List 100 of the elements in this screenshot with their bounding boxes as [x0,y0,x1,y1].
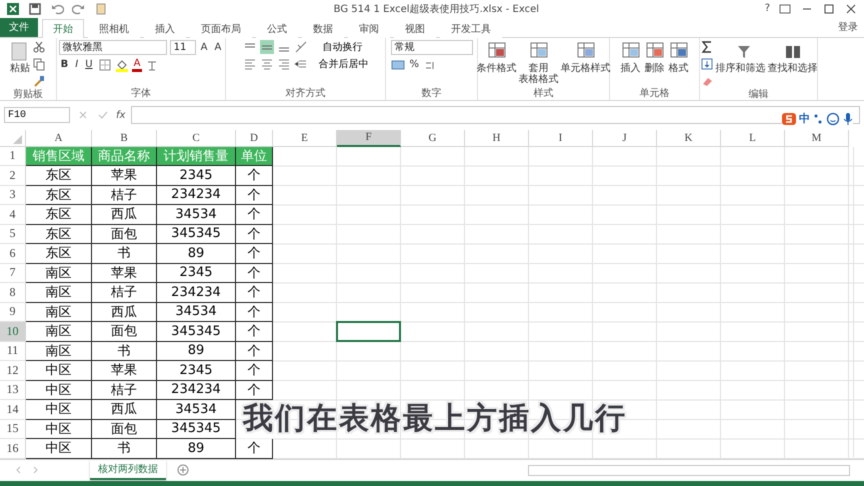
row-header[interactable]: 13 [0,380,26,400]
row-header[interactable]: 16 [0,439,26,459]
file-tab[interactable]: 文件 [0,18,38,37]
group-label: 样式 [532,86,554,100]
sign-in-link[interactable]: 登录 [838,20,858,34]
row-header[interactable]: 3 [0,186,26,206]
excel-logo-icon[interactable] [6,2,20,16]
save-icon[interactable] [28,2,42,16]
name-box[interactable]: F10 [4,107,70,124]
percent-button[interactable]: % [408,59,422,70]
sort-filter-button[interactable]: 排序和筛选 [716,40,766,88]
table-cell: 东区 [26,224,92,244]
column-header[interactable]: J [593,130,657,147]
align-left-icon[interactable] [242,56,256,71]
style-button[interactable]: 条件格式 [476,40,516,87]
column-header[interactable]: D [236,130,273,147]
table-cell: 桔子 [92,283,157,303]
header-cell: 单位 [236,146,273,166]
selected-cell[interactable] [336,321,401,342]
cell-button[interactable]: 插入 [620,40,642,87]
formula-input[interactable] [131,106,860,124]
style-button[interactable]: 单元格样式 [560,40,610,87]
fill-color-icon[interactable] [114,58,129,72]
italic-button[interactable]: I [73,59,80,70]
align-center-icon[interactable] [260,56,274,71]
table-cell: 个 [236,205,273,225]
shrink-font-button[interactable]: A [212,42,224,53]
copy-icon[interactable] [32,56,46,71]
cell-button[interactable]: 格式 [668,40,690,87]
find-select-button[interactable]: 查找和选择 [768,40,818,88]
table-cell: 个 [236,224,273,244]
document-icon[interactable] [94,2,108,16]
column-header[interactable]: B [92,130,157,147]
row-header[interactable]: 7 [0,264,26,284]
column-header[interactable]: C [157,130,236,147]
column-header[interactable]: K [657,130,721,147]
row-header[interactable]: 12 [0,361,26,381]
cut-icon[interactable] [32,40,46,54]
align-lines-icon[interactable] [260,40,274,54]
column-header[interactable]: A [26,130,92,147]
column-header[interactable]: L [721,130,785,147]
align-right-icon[interactable] [276,56,290,71]
number-format-field[interactable]: 常规 [390,40,472,55]
row-header[interactable]: 1 [0,146,26,166]
column-header[interactable]: I [529,130,593,147]
row-header[interactable]: 15 [0,420,26,440]
microphone-icon[interactable] [843,112,853,126]
ribbon-display-icon[interactable] [778,2,792,16]
merge-center-button[interactable]: 合并后居中 [318,56,368,71]
bold-button[interactable]: B [58,59,70,70]
horizontal-scrollbar[interactable] [528,464,850,476]
row-header[interactable]: 8 [0,283,26,303]
punctuation-icon[interactable] [813,112,823,126]
border-icon[interactable] [98,58,112,72]
paste-button[interactable]: 粘贴 [10,40,30,88]
row-header[interactable]: 2 [0,166,26,186]
row-header[interactable]: 10 [0,322,26,342]
table-cell: 东区 [26,244,92,264]
row-header[interactable]: 9 [0,302,26,322]
orientation-icon[interactable] [294,40,308,54]
brush-icon[interactable] [32,74,46,88]
column-header[interactable]: G [401,130,465,147]
column-header[interactable]: E [273,130,337,147]
wrap-text-button[interactable]: 自动换行 [322,40,362,54]
table-cell: 面包 [92,420,157,440]
table-cell: 个 [236,302,273,322]
add-sheet-icon[interactable] [176,463,190,478]
table-cell: 苹果 [92,361,157,381]
s-logo-icon[interactable] [782,112,796,126]
row-header[interactable]: 6 [0,244,26,264]
ime-mode[interactable]: 中 [799,111,810,126]
table-cell: 西瓜 [92,205,157,225]
header-cell: 计划销售量 [157,146,236,166]
help-button[interactable]: ? [764,3,770,14]
font-size-field[interactable]: 11 [170,40,196,55]
fill-down-icon[interactable] [700,56,714,71]
currency-icon[interactable] [390,58,404,72]
grow-font-button[interactable]: A [198,42,210,53]
column-header[interactable]: M [785,130,849,147]
maximize-icon[interactable] [822,2,836,16]
style-button[interactable]: 套用 表格格式 [518,40,558,87]
font-color-button[interactable]: A [132,58,142,72]
row-header[interactable]: 11 [0,342,26,362]
row-header[interactable]: 5 [0,224,26,244]
sheet-tab[interactable]: 核对两列数据 [90,460,166,480]
sum-icon[interactable] [700,40,714,54]
font-name-field[interactable]: 微软雅黑 [58,40,167,55]
column-header[interactable]: H [465,130,529,147]
table-cell: 西瓜 [92,400,157,420]
smiley-icon[interactable] [826,112,840,126]
group-label: 编辑 [748,88,770,101]
table-cell: 个 [236,264,273,284]
insert-function-button[interactable]: fx [116,110,126,121]
ribbon-tab[interactable]: 开始 [42,18,84,38]
column-header[interactable]: F [337,130,401,147]
row-header[interactable]: 14 [0,400,26,420]
row-header[interactable]: 4 [0,205,26,225]
underline-button[interactable]: U [83,59,95,70]
close-icon[interactable] [844,2,858,16]
cell-button[interactable]: 删除 [644,40,666,87]
